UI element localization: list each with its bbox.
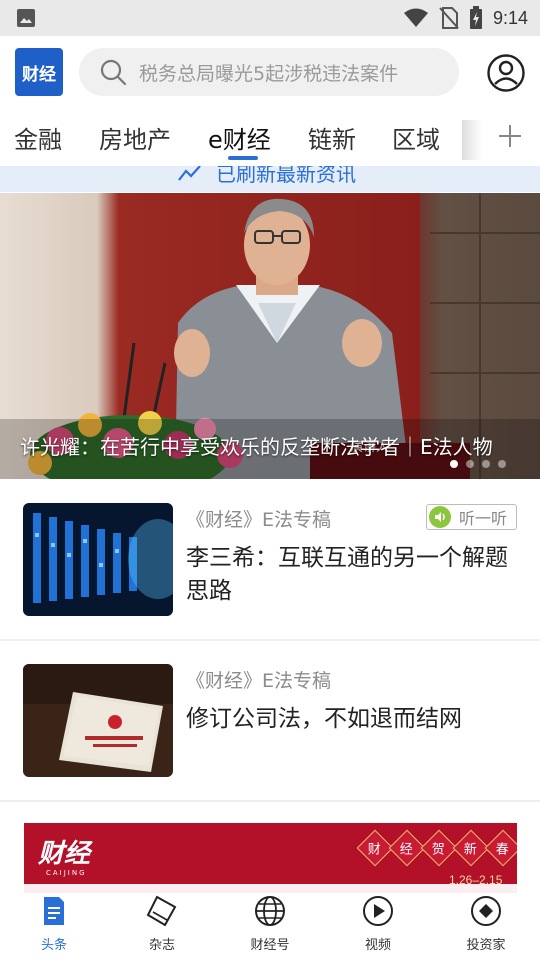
nav-video[interactable]: 视频 (333, 894, 423, 953)
nav-caijinghao[interactable]: 财经号 (225, 894, 315, 953)
listen-label: 听一听 (459, 509, 508, 528)
nav-label: 投资家 (466, 938, 506, 953)
hero-caption[interactable]: 许光耀：在苦行中享受欢乐的反垄断法学者｜E法人物 (20, 431, 493, 460)
nav-headline[interactable]: 头条 (9, 894, 99, 953)
app-logo-text: 财经 (22, 64, 56, 85)
ad-logo-sub: CAIJING (46, 869, 87, 877)
tab-e-caijing[interactable]: e财经 (208, 120, 271, 155)
status-right: 9:14 (403, 6, 528, 30)
tab-finance[interactable]: 金融 (14, 120, 62, 155)
carousel-dot[interactable] (466, 460, 474, 468)
tab-real-estate[interactable]: 房地产 (99, 120, 171, 155)
bottom-nav: 头条 杂志 财经号 视频 投资家 (0, 884, 540, 960)
image-icon (17, 9, 35, 27)
status-bar: 9:14 (0, 0, 540, 36)
status-time: 9:14 (492, 7, 528, 28)
globe-icon (255, 896, 285, 926)
app-screen: 9:14 财经 税务总局曝光5起涉税违法案件 金融 房地产 e财经 链新 区域 (0, 0, 540, 960)
no-sim-icon (439, 7, 459, 29)
search-placeholder: 税务总局曝光5起涉税违法案件 (139, 62, 399, 85)
ad-greeting: 财 经 贺 新 春 (356, 829, 517, 867)
carousel-dot[interactable] (450, 460, 458, 468)
tab-region[interactable]: 区域 (392, 120, 440, 155)
law-book-image (23, 664, 173, 777)
ad-banner[interactable]: 财经 CAIJING 财 经 贺 新 春 1.26–2.15 (24, 823, 517, 893)
headline-icon (44, 897, 64, 925)
channel-tabs: 金融 房地产 e财经 链新 区域 (0, 108, 540, 166)
ad-logo: 财经 (38, 839, 91, 869)
news-source: 《财经》E法专稿 (186, 670, 332, 692)
nav-magazine[interactable]: 杂志 (117, 894, 207, 953)
carousel-dot[interactable] (482, 460, 490, 468)
play-icon (363, 896, 393, 926)
app-logo[interactable]: 财经 (15, 48, 63, 96)
hero-carousel[interactable]: 演讲人 许光耀：在苦行中享受欢乐的反垄断法学者｜E法人物 (0, 193, 540, 479)
news-title[interactable]: 修订公司法，不如退而结网 (186, 703, 516, 736)
nav-label: 头条 (40, 938, 67, 953)
user-icon[interactable] (486, 53, 526, 93)
trend-icon (178, 166, 201, 181)
plus-icon[interactable] (496, 122, 524, 150)
search-box[interactable]: 税务总局曝光5起涉税违法案件 (79, 48, 459, 96)
nav-label: 财经号 (250, 938, 290, 953)
news-title[interactable]: 李三希：互联互通的另一个解题思路 (186, 542, 516, 608)
carousel-dot[interactable] (498, 460, 506, 468)
carousel-dots (450, 460, 506, 468)
ad-char: 春 (484, 829, 517, 867)
investor-icon (471, 896, 501, 926)
status-left (16, 8, 36, 32)
battery-charging-icon (469, 6, 482, 29)
nav-label: 视频 (364, 938, 391, 953)
news-source: 《财经》E法专稿 (186, 509, 332, 531)
speaker-icon (429, 506, 451, 528)
search-icon (100, 59, 127, 86)
listen-button[interactable]: 听一听 (426, 504, 517, 530)
header: 财经 税务总局曝光5起涉税违法案件 (0, 36, 540, 108)
nav-label: 杂志 (148, 938, 175, 953)
news-item[interactable]: 《财经》E法专稿 听一听 李三希：互联互通的另一个解题思路 (0, 480, 540, 641)
nav-investor[interactable]: 投资家 (441, 894, 531, 953)
wifi-icon (403, 8, 428, 27)
active-tab-indicator (228, 156, 258, 160)
server-rack-image (23, 503, 173, 616)
tab-fade (462, 120, 482, 160)
news-item[interactable]: 《财经》E法专稿 修订公司法，不如退而结网 (0, 641, 540, 802)
refresh-text: 已刷新最新资讯 (216, 166, 356, 186)
magazine-icon (146, 895, 177, 927)
tab-chain[interactable]: 链新 (308, 120, 356, 155)
refresh-notice: 已刷新最新资讯 (0, 166, 540, 192)
